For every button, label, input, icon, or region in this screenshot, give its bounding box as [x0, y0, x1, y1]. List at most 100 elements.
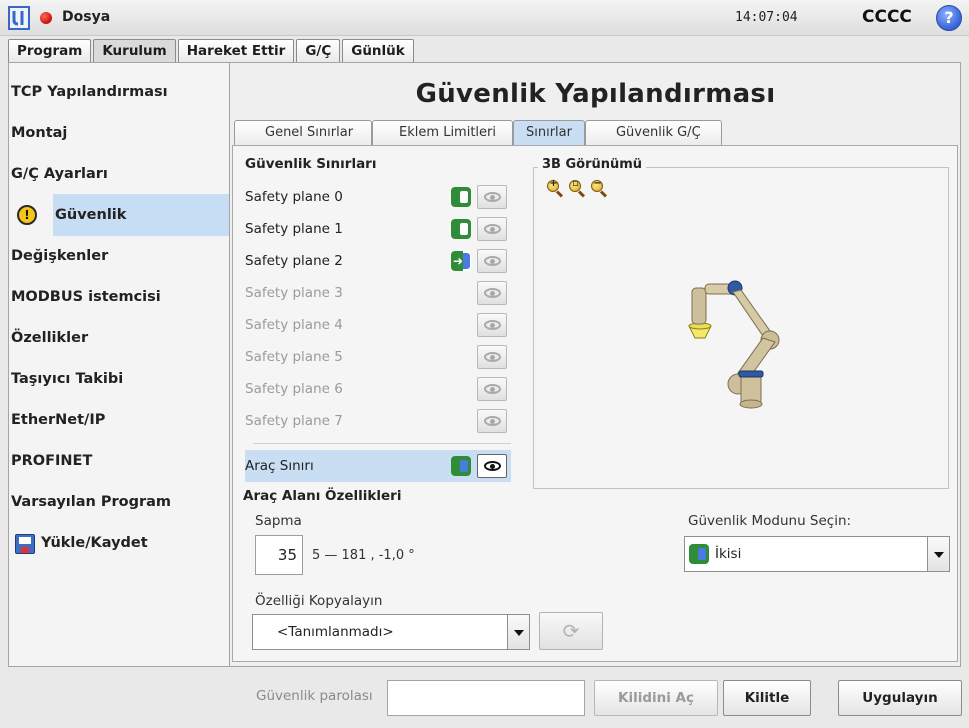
- lock-button[interactable]: Kilitle: [723, 680, 811, 716]
- help-icon[interactable]: ?: [936, 5, 962, 31]
- tool-props-title: Araç Alanı Özellikleri: [243, 488, 402, 504]
- eye-icon: [484, 416, 501, 426]
- visibility-toggle[interactable]: [477, 345, 507, 369]
- apply-button[interactable]: Uygulayın: [838, 680, 962, 716]
- sidebar-item-ethernetip[interactable]: EtherNet/IP: [9, 399, 229, 441]
- plane-row[interactable]: Safety plane 2 ➜: [245, 245, 511, 277]
- sidebar-item-io-settings[interactable]: G/Ç Ayarları: [9, 153, 229, 195]
- mode-select[interactable]: İkisi: [684, 536, 950, 572]
- refresh-button[interactable]: ⟳: [539, 612, 603, 650]
- plane-row[interactable]: Safety plane 1: [245, 213, 511, 245]
- divider: [253, 443, 511, 444]
- eye-icon: [484, 192, 501, 202]
- tab-general-limits[interactable]: Genel Sınırlar: [234, 120, 373, 145]
- tool-boundary-row[interactable]: Araç Sınırı: [245, 450, 511, 482]
- sidebar-item-degiskenler[interactable]: Değişkenler: [9, 235, 229, 277]
- boundaries-title: Güvenlik Sınırları: [245, 156, 377, 172]
- program-name[interactable]: Dosya: [62, 9, 110, 25]
- top-tabs: Program Kurulum Hareket Ettir G/Ç Günlük: [8, 39, 416, 63]
- tab-joint-limits[interactable]: Eklem Limitleri: [372, 120, 513, 145]
- sidebar-item-label: EtherNet/IP: [11, 412, 106, 428]
- sidebar-item-guvenlik[interactable]: ! Güvenlik: [9, 194, 229, 236]
- normal-mode-icon: [451, 219, 471, 239]
- eye-icon: [484, 384, 501, 394]
- clock: 14:07:04: [735, 10, 798, 25]
- page-title: Güvenlik Yapılandırması: [415, 79, 776, 109]
- zoom-in-icon[interactable]: +: [547, 178, 564, 198]
- visibility-toggle[interactable]: [477, 409, 507, 433]
- copy-label: Özelliği Kopyalayın: [255, 593, 383, 609]
- zoom-out-icon[interactable]: −: [591, 178, 608, 198]
- mode-select-value: İkisi: [715, 546, 742, 562]
- sidebar-item-montaj[interactable]: Montaj: [9, 112, 229, 154]
- 3d-view-title: 3B Görünümü: [538, 157, 647, 172]
- sidebar-item-tcp[interactable]: TCP Yapılandırması: [9, 71, 229, 113]
- robot-name: CCCC: [862, 7, 912, 27]
- password-label: Güvenlik parolası: [256, 688, 373, 704]
- visibility-toggle[interactable]: [477, 377, 507, 401]
- tab-boundaries[interactable]: Sınırlar: [513, 120, 585, 145]
- visibility-toggle[interactable]: [477, 249, 507, 273]
- ur-logo-icon: [8, 6, 30, 30]
- both-modes-icon: [689, 544, 709, 564]
- sidebar-item-profinet[interactable]: PROFINET: [9, 440, 229, 482]
- visibility-toggle[interactable]: [477, 454, 507, 478]
- plane-row[interactable]: Safety plane 4: [245, 309, 511, 341]
- sidebar-item-label: Özellikler: [11, 330, 89, 346]
- chevron-down-icon: [507, 615, 529, 649]
- plane-label: Safety plane 6: [245, 381, 343, 397]
- plane-row[interactable]: Safety plane 6: [245, 373, 511, 405]
- sidebar-item-label: Güvenlik: [55, 207, 127, 223]
- unlock-button[interactable]: Kilidini Aç: [594, 680, 718, 716]
- deviation-input[interactable]: 35: [255, 535, 303, 575]
- warning-shield-icon: !: [17, 205, 37, 225]
- eye-icon: [484, 461, 501, 471]
- tool-boundary-label: Araç Sınırı: [245, 458, 314, 474]
- main-panel: Güvenlik Yapılandırması Genel Sınırlar E…: [230, 62, 961, 667]
- plane-row[interactable]: Safety plane 0: [245, 181, 511, 213]
- both-modes-icon: [451, 456, 471, 476]
- plane-label: Safety plane 1: [245, 221, 343, 237]
- sidebar-item-default-program[interactable]: Varsayılan Program: [9, 481, 229, 523]
- visibility-toggle[interactable]: [477, 217, 507, 241]
- password-input[interactable]: [387, 680, 585, 716]
- tab-kurulum[interactable]: Kurulum: [93, 39, 176, 63]
- sidebar-item-label: Değişkenler: [11, 248, 109, 264]
- sidebar-item-ozellikler[interactable]: Özellikler: [9, 317, 229, 359]
- tab-hareket-ettir[interactable]: Hareket Ettir: [177, 39, 295, 63]
- plane-row[interactable]: Safety plane 7: [245, 405, 511, 437]
- sub-tabs: Genel Sınırlar Eklem Limitleri Sınırlar …: [234, 120, 722, 145]
- eye-icon: [484, 288, 501, 298]
- sidebar: TCP Yapılandırması Montaj G/Ç Ayarları !…: [8, 62, 230, 667]
- plane-label: Safety plane 0: [245, 189, 343, 205]
- sidebar-item-label: Varsayılan Program: [11, 494, 172, 510]
- plane-label: Safety plane 5: [245, 349, 343, 365]
- sidebar-item-label: PROFINET: [11, 453, 93, 469]
- plane-label: Safety plane 4: [245, 317, 343, 333]
- save-icon: [15, 534, 35, 554]
- eye-icon: [484, 320, 501, 330]
- title-bar: Dosya 14:07:04 CCCC ?: [0, 0, 969, 36]
- tab-io[interactable]: G/Ç: [296, 39, 341, 63]
- copy-select-value: <Tanımlanmadı>: [277, 624, 394, 640]
- sidebar-item-modbus[interactable]: MODBUS istemcisi: [9, 276, 229, 318]
- tab-program[interactable]: Program: [8, 39, 92, 63]
- sidebar-item-label: G/Ç Ayarları: [11, 166, 108, 182]
- plane-label: Safety plane 7: [245, 413, 343, 429]
- refresh-icon: ⟳: [562, 619, 580, 643]
- plane-row[interactable]: Safety plane 5: [245, 341, 511, 373]
- sidebar-item-label: MODBUS istemcisi: [11, 289, 161, 305]
- sidebar-item-conveyor[interactable]: Taşıyıcı Takibi: [9, 358, 229, 400]
- visibility-toggle[interactable]: [477, 313, 507, 337]
- boundaries-content: Güvenlik Sınırları Safety plane 0 Safety…: [232, 145, 958, 662]
- sidebar-item-load-save[interactable]: Yükle/Kaydet: [9, 522, 229, 564]
- chevron-down-icon: [927, 537, 949, 571]
- visibility-toggle[interactable]: [477, 185, 507, 209]
- plane-row[interactable]: Safety plane 3: [245, 277, 511, 309]
- copy-select[interactable]: <Tanımlanmadı>: [252, 614, 530, 650]
- visibility-toggle[interactable]: [477, 281, 507, 305]
- zoom-fit-icon[interactable]: ▫: [569, 178, 586, 198]
- tab-gunluk[interactable]: Günlük: [342, 39, 414, 63]
- tab-safety-io[interactable]: Güvenlik G/Ç: [584, 120, 722, 145]
- eye-icon: [484, 256, 501, 266]
